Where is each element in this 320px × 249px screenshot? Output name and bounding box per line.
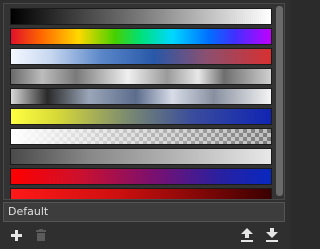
scrollbar-thumb[interactable] — [276, 6, 283, 196]
list-scrollbar[interactable] — [276, 6, 283, 196]
gradient-swatch-yellow-to-blue[interactable] — [10, 108, 272, 125]
export-gradient-button[interactable] — [262, 225, 282, 245]
gradient-swatch-red-to-blue[interactable] — [10, 168, 272, 185]
download-icon — [266, 228, 278, 242]
trash-icon — [36, 229, 46, 241]
gradient-list[interactable] — [3, 3, 285, 200]
preset-name-label: Default — [3, 202, 285, 222]
gradient-swatch-chrome[interactable] — [10, 88, 272, 105]
gradient-swatch-spectrum[interactable] — [10, 28, 272, 45]
gradient-swatch-white-blue-red[interactable] — [10, 48, 272, 65]
add-gradient-button[interactable] — [6, 225, 26, 245]
gradient-swatch-gray-bands[interactable] — [10, 148, 272, 165]
upload-icon — [241, 228, 253, 242]
plus-icon — [10, 229, 22, 241]
delete-gradient-button[interactable] — [31, 225, 51, 245]
import-gradient-button[interactable] — [237, 225, 257, 245]
gradient-swatch-red-black[interactable] — [10, 188, 272, 199]
gradient-swatch-silver[interactable] — [10, 68, 272, 85]
gradient-preset-panel: Default — [0, 0, 291, 249]
gradient-swatch-black-to-white[interactable] — [10, 8, 272, 25]
gradient-swatch-white-to-transparent[interactable] — [10, 128, 272, 145]
